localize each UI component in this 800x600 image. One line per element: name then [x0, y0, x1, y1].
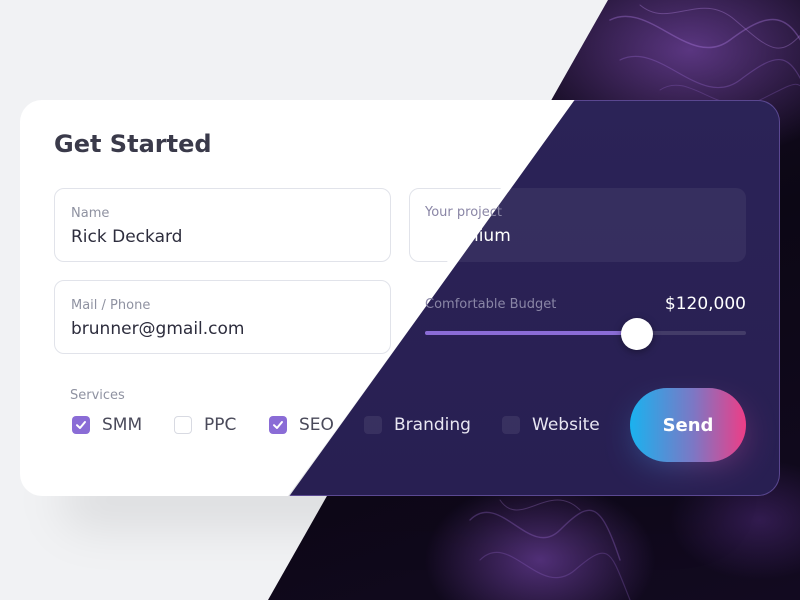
send-button[interactable]: Send: [630, 388, 746, 462]
page-title: Get Started: [54, 130, 212, 158]
service-option-smm[interactable]: SMM: [72, 414, 142, 436]
website-checkbox[interactable]: [502, 416, 520, 434]
smm-label: SMM: [102, 415, 143, 435]
seo-checkbox[interactable]: [269, 416, 287, 434]
project-field-value[interactable]: roobinium: [425, 226, 511, 246]
branding-checkbox[interactable]: [364, 416, 382, 434]
project-field-label: Your project: [425, 205, 503, 220]
check-icon: [76, 421, 86, 429]
name-field-value[interactable]: Rick Deckard: [71, 227, 182, 247]
budget-slider-handle[interactable]: [620, 318, 653, 350]
check-icon: [273, 421, 283, 429]
service-option-branding[interactable]: Branding: [364, 414, 471, 436]
website-label: Website: [532, 415, 600, 435]
branding-label: Branding: [394, 415, 471, 435]
name-field-label: Name: [71, 206, 110, 221]
seo-label: SEO: [299, 415, 334, 435]
budget-slider-fill: [425, 331, 637, 335]
ppc-checkbox[interactable]: [174, 416, 192, 434]
contact-field-label: Mail / Phone: [71, 298, 151, 313]
ppc-label: PPC: [204, 415, 237, 435]
service-option-ppc[interactable]: PPC: [174, 414, 236, 436]
service-option-seo[interactable]: SEO: [269, 414, 334, 436]
smm-checkbox[interactable]: [72, 416, 90, 434]
services-label: Services: [70, 388, 125, 403]
budget-slider-track[interactable]: [425, 331, 746, 335]
service-option-website[interactable]: Website: [502, 414, 600, 436]
budget-value: $120,000: [664, 294, 746, 314]
contact-field-value[interactable]: brunner@gmail.com: [71, 319, 244, 339]
name-field[interactable]: Name Rick Deckard: [54, 188, 391, 262]
contact-field[interactable]: Mail / Phone brunner@gmail.com: [54, 280, 391, 354]
budget-label: Comfortable Budget: [425, 297, 557, 312]
